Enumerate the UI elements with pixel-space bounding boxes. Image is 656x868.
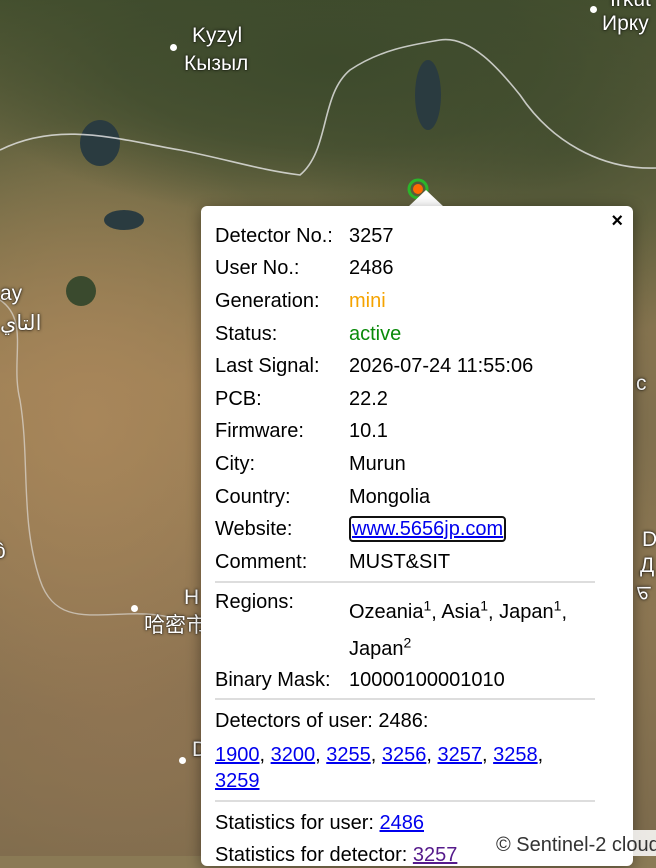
map-label-hami-zh: 哈密市 <box>144 614 207 637</box>
region-name: Asia <box>441 601 481 624</box>
comment-row: Comment: MUST&SIT <box>215 546 595 579</box>
field-label: Generation: <box>215 289 320 312</box>
region-name: Japan <box>499 601 554 624</box>
city-dot-kyzyl <box>170 44 177 51</box>
field-label: Comment: <box>215 550 308 573</box>
map-label-right-d1: D <box>642 528 656 551</box>
region-name: Japan <box>349 637 404 660</box>
detector-link[interactable]: 3259 <box>215 770 260 792</box>
field-row: City: Murun <box>215 448 595 481</box>
website-link[interactable]: www.5656jp.com <box>349 516 507 543</box>
comment-value: MUST&SIT <box>349 550 451 573</box>
region-sup: 2 <box>403 634 412 651</box>
map-label-right-d3: ᠳ <box>636 578 652 601</box>
field-row: Country: Mongolia <box>215 481 595 514</box>
stats-detector-link[interactable]: 3257 <box>413 844 458 866</box>
region-item: Asia1 <box>441 597 489 624</box>
detector-link[interactable]: 3255 <box>326 744 371 766</box>
detector-link[interactable]: 3257 <box>438 744 483 766</box>
field-value: 3257 <box>349 224 394 247</box>
field-label: Country: <box>215 485 291 508</box>
field-row: Detector No.: 3257 <box>215 220 595 253</box>
map-label-right-d2: Д <box>640 554 655 577</box>
map-label-left-2: التاي <box>0 312 42 335</box>
field-label: Website: <box>215 518 293 541</box>
field-row: User No.: 2486 <box>215 253 595 286</box>
field-value: 10.1 <box>349 420 388 443</box>
popup-pointer <box>408 190 444 207</box>
popup-content: Detector No.: 3257 User No.: 2486 Generation… <box>215 220 595 868</box>
field-label: Firmware: <box>215 420 304 443</box>
region-name: Ozeania <box>349 601 424 624</box>
field-label: Last Signal: <box>215 355 320 378</box>
divider <box>215 800 595 803</box>
region-item: Ozeania1 <box>349 597 432 624</box>
map-label-right-c: c <box>636 372 647 395</box>
field-value: active <box>349 322 402 345</box>
map-attribution[interactable]: © Sentinel-2 cloudless <box>490 830 656 856</box>
detector-link[interactable]: 3200 <box>271 744 316 766</box>
region-sup: 1 <box>480 597 489 614</box>
map-label-hami: H <box>184 586 200 609</box>
stats-detector-label: Statistics for detector: <box>215 844 408 867</box>
field-value: 2486 <box>349 257 394 280</box>
detector-link[interactable]: 3258 <box>493 744 538 766</box>
regions-row: Regions: Ozeania1, Asia1, Japan1, Japan2 <box>215 583 595 664</box>
detector-links: 1900, 3200, 3255, 3256, 3257, 3258, 3259 <box>215 744 544 793</box>
field-value: mini <box>349 289 386 312</box>
field-label: PCB: <box>215 387 262 410</box>
regions-value: Ozeania1, Asia1, Japan1, Japan2 <box>349 597 567 660</box>
stats-user-link[interactable]: 2486 <box>380 812 425 834</box>
city-dot-bottom <box>179 757 186 764</box>
field-label: User No.: <box>215 257 300 280</box>
field-label: Binary Mask: <box>215 668 331 691</box>
region-item: Japan2 <box>349 634 411 660</box>
detector-popup: × Detector No.: 3257 User No.: 2486 Generati… <box>201 206 633 866</box>
field-value: Murun <box>349 452 406 475</box>
field-row: Status: active <box>215 318 595 351</box>
field-row: Last Signal: 2026-07-24 11:55:06 <box>215 350 595 383</box>
divider <box>215 698 595 701</box>
map-label-irkutsk: Irkut <box>610 0 651 11</box>
city-dot-irkutsk <box>590 6 597 13</box>
field-label: Regions: <box>215 590 294 613</box>
website-row: Website: www.5656jp.com <box>215 513 595 546</box>
map-label-kyzyl: Kyzyl <box>192 24 243 47</box>
binary-mask-value: 10000100001010 <box>349 668 505 691</box>
region-sup: 1 <box>423 597 432 614</box>
field-label: Detector No.: <box>215 224 333 247</box>
map-label-kyzyl-ru: Кызыл <box>184 52 249 75</box>
detector-link[interactable]: 3256 <box>382 744 427 766</box>
map-label-left-1: ay <box>0 282 23 305</box>
field-row: Firmware: 10.1 <box>215 416 595 449</box>
stats-user-label: Statistics for user: <box>215 812 374 835</box>
detectors-of-user-label: Detectors of user: 2486: <box>215 710 429 733</box>
field-row: Generation: mini <box>215 285 595 318</box>
field-row: PCB: 22.2 <box>215 383 595 416</box>
detector-fields: Detector No.: 3257 User No.: 2486 Generation… <box>215 220 595 513</box>
region-item: Japan1 <box>499 597 562 624</box>
field-label: City: <box>215 452 255 475</box>
field-value: 22.2 <box>349 387 388 410</box>
city-dot-hami <box>131 605 138 612</box>
detector-link[interactable]: 1900 <box>215 744 260 766</box>
close-icon[interactable]: × <box>611 210 623 232</box>
binary-mask-row: Binary Mask: 10000100001010 <box>215 664 595 697</box>
map-label-irkutsk-ru: Ирку <box>602 12 649 35</box>
map-label-left-3: ô <box>0 540 6 563</box>
region-sup: 1 <box>553 597 562 614</box>
field-value: Mongolia <box>349 485 431 508</box>
field-value: 2026-07-24 11:55:06 <box>349 355 534 378</box>
detectors-of-user: Detectors of user: 2486: 1900, 3200, 325… <box>215 708 595 794</box>
field-label: Status: <box>215 322 278 345</box>
